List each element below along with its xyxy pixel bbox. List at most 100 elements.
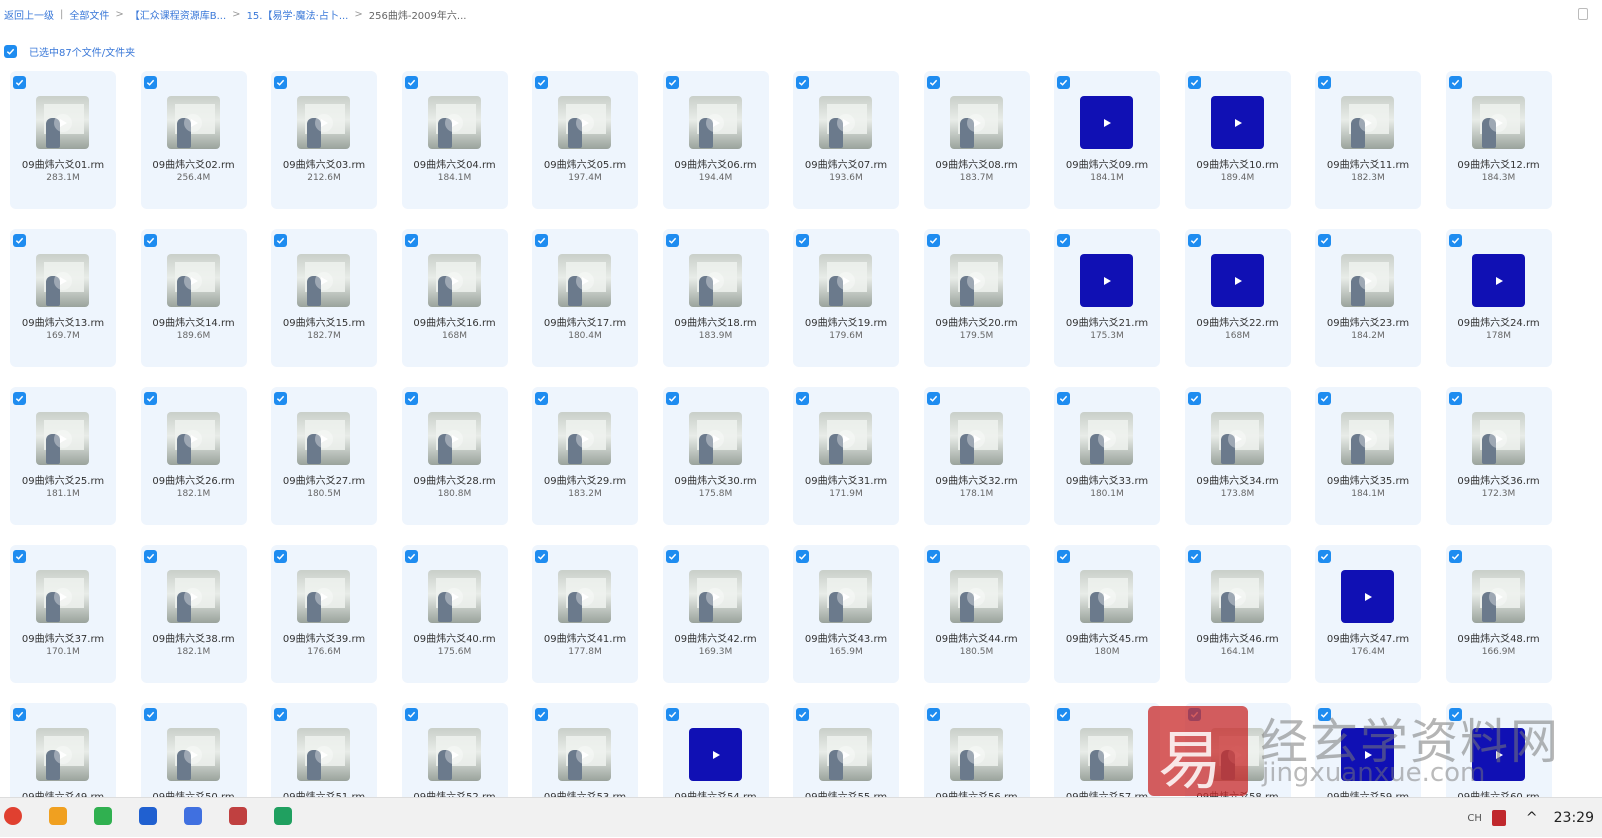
file-checkbox[interactable] xyxy=(796,76,809,89)
file-checkbox[interactable] xyxy=(1448,76,1462,89)
video-thumbnail[interactable] xyxy=(1080,412,1133,465)
clock[interactable]: 23:29 xyxy=(1554,810,1594,826)
breadcrumb-item-library[interactable]: 【汇众课程资源库B... xyxy=(130,7,226,22)
file-checkbox[interactable] xyxy=(274,550,287,563)
video-thumbnail[interactable] xyxy=(1080,570,1133,623)
notepad-icon[interactable] xyxy=(229,807,247,825)
file-checkbox[interactable] xyxy=(1057,76,1070,89)
file-checkbox[interactable] xyxy=(1057,234,1070,247)
file-card[interactable]: 09曲炜六爻30.rm 175.8M xyxy=(662,387,769,525)
video-thumbnail[interactable] xyxy=(1341,96,1394,149)
file-checkbox[interactable] xyxy=(13,76,26,89)
video-thumbnail[interactable] xyxy=(949,412,1003,465)
video-thumbnail[interactable] xyxy=(949,728,1003,781)
file-checkbox[interactable] xyxy=(274,76,287,89)
file-checkbox[interactable] xyxy=(404,76,418,89)
video-thumbnail[interactable] xyxy=(819,728,872,781)
baidu-netdisk-icon[interactable] xyxy=(184,807,202,825)
file-card[interactable]: 09曲炜六爻23.rm 184.2M xyxy=(1315,229,1421,367)
video-thumbnail[interactable] xyxy=(297,570,350,623)
file-card[interactable]: 09曲炜六爻46.rm 164.1M xyxy=(1184,545,1291,683)
file-card[interactable]: 09曲炜六爻32.rm 178.1M xyxy=(923,387,1030,525)
video-thumbnail[interactable] xyxy=(297,728,350,781)
video-thumbnail[interactable] xyxy=(1210,96,1264,149)
file-card[interactable]: 09曲炜六爻56.rm xyxy=(923,703,1030,801)
file-checkbox[interactable] xyxy=(1448,550,1462,563)
file-checkbox[interactable] xyxy=(665,550,679,563)
view-toggle-icon[interactable] xyxy=(1578,8,1588,20)
file-checkbox[interactable] xyxy=(926,76,940,89)
file-card[interactable]: 09曲炜六爻50.rm xyxy=(140,703,247,801)
file-checkbox[interactable] xyxy=(404,550,418,563)
select-all-checkbox[interactable] xyxy=(4,44,17,58)
file-card[interactable]: 09曲炜六爻08.rm 183.7M xyxy=(923,71,1030,209)
file-card[interactable]: 09曲炜六爻54.rm xyxy=(662,703,769,801)
file-checkbox[interactable] xyxy=(796,550,809,563)
file-checkbox[interactable] xyxy=(143,708,157,721)
file-card[interactable]: 09曲炜六爻57.rm xyxy=(1054,703,1160,801)
video-thumbnail[interactable] xyxy=(819,412,872,465)
file-card[interactable]: 09曲炜六爻22.rm 168M xyxy=(1184,229,1291,367)
360-browser-icon[interactable] xyxy=(49,807,67,825)
file-checkbox[interactable] xyxy=(1318,76,1331,89)
file-checkbox[interactable] xyxy=(535,550,548,563)
file-checkbox[interactable] xyxy=(1448,392,1462,405)
file-checkbox[interactable] xyxy=(274,234,287,247)
video-thumbnail[interactable] xyxy=(949,570,1003,623)
file-checkbox[interactable] xyxy=(665,76,679,89)
file-checkbox[interactable] xyxy=(796,708,809,721)
file-checkbox[interactable] xyxy=(926,392,940,405)
video-thumbnail[interactable] xyxy=(1210,570,1264,623)
file-card[interactable]: 09曲炜六爻48.rm 166.9M xyxy=(1445,545,1552,683)
video-thumbnail[interactable] xyxy=(1471,570,1525,623)
video-thumbnail[interactable] xyxy=(36,412,89,465)
video-thumbnail[interactable] xyxy=(1210,728,1264,781)
file-card[interactable]: 09曲炜六爻31.rm 171.9M xyxy=(793,387,899,525)
file-checkbox[interactable] xyxy=(404,392,418,405)
video-thumbnail[interactable] xyxy=(166,728,220,781)
video-thumbnail[interactable] xyxy=(819,570,872,623)
file-checkbox[interactable] xyxy=(274,392,287,405)
file-checkbox[interactable] xyxy=(665,708,679,721)
file-card[interactable]: 09曲炜六爻51.rm xyxy=(271,703,377,801)
file-checkbox[interactable] xyxy=(143,76,157,89)
video-thumbnail[interactable] xyxy=(688,96,742,149)
file-card[interactable]: 09曲炜六爻42.rm 169.3M xyxy=(662,545,769,683)
file-checkbox[interactable] xyxy=(143,234,157,247)
wechat-icon[interactable] xyxy=(94,807,112,825)
breadcrumb-item-all-files[interactable]: 全部文件 xyxy=(69,7,109,22)
breadcrumb-item-category[interactable]: 15.【易学·魔法·占卜... xyxy=(247,7,349,22)
file-checkbox[interactable] xyxy=(796,392,809,405)
video-thumbnail[interactable] xyxy=(558,570,611,623)
video-thumbnail[interactable] xyxy=(166,570,220,623)
file-checkbox[interactable] xyxy=(1187,234,1201,247)
file-card[interactable]: 09曲炜六爻33.rm 180.1M xyxy=(1054,387,1160,525)
file-card[interactable]: 09曲炜六爻05.rm 197.4M xyxy=(532,71,638,209)
video-thumbnail[interactable] xyxy=(1341,570,1394,623)
chrome-icon[interactable] xyxy=(4,807,22,825)
file-card[interactable]: 09曲炜六爻25.rm 181.1M xyxy=(10,387,116,525)
tool-icon[interactable] xyxy=(274,807,292,825)
video-thumbnail[interactable] xyxy=(36,254,89,307)
file-checkbox[interactable] xyxy=(13,708,26,721)
video-thumbnail[interactable] xyxy=(819,254,872,307)
video-thumbnail[interactable] xyxy=(166,254,220,307)
video-thumbnail[interactable] xyxy=(1080,96,1133,149)
file-card[interactable]: 09曲炜六爻10.rm 189.4M xyxy=(1184,71,1291,209)
file-card[interactable]: 09曲炜六爻38.rm 182.1M xyxy=(140,545,247,683)
file-checkbox[interactable] xyxy=(274,708,287,721)
security-icon[interactable] xyxy=(1491,810,1506,826)
file-checkbox[interactable] xyxy=(1057,708,1070,721)
file-card[interactable]: 09曲炜六爻35.rm 184.1M xyxy=(1315,387,1421,525)
file-checkbox[interactable] xyxy=(665,234,679,247)
file-card[interactable]: 09曲炜六爻41.rm 177.8M xyxy=(532,545,638,683)
file-checkbox[interactable] xyxy=(665,392,679,405)
video-thumbnail[interactable] xyxy=(1471,96,1525,149)
video-thumbnail[interactable] xyxy=(688,570,742,623)
file-checkbox[interactable] xyxy=(1187,76,1201,89)
video-thumbnail[interactable] xyxy=(558,728,611,781)
video-thumbnail[interactable] xyxy=(558,254,611,307)
file-card[interactable]: 09曲炜六爻13.rm 169.7M xyxy=(10,229,116,367)
file-checkbox[interactable] xyxy=(926,708,940,721)
file-card[interactable]: 09曲炜六爻34.rm 173.8M xyxy=(1184,387,1291,525)
